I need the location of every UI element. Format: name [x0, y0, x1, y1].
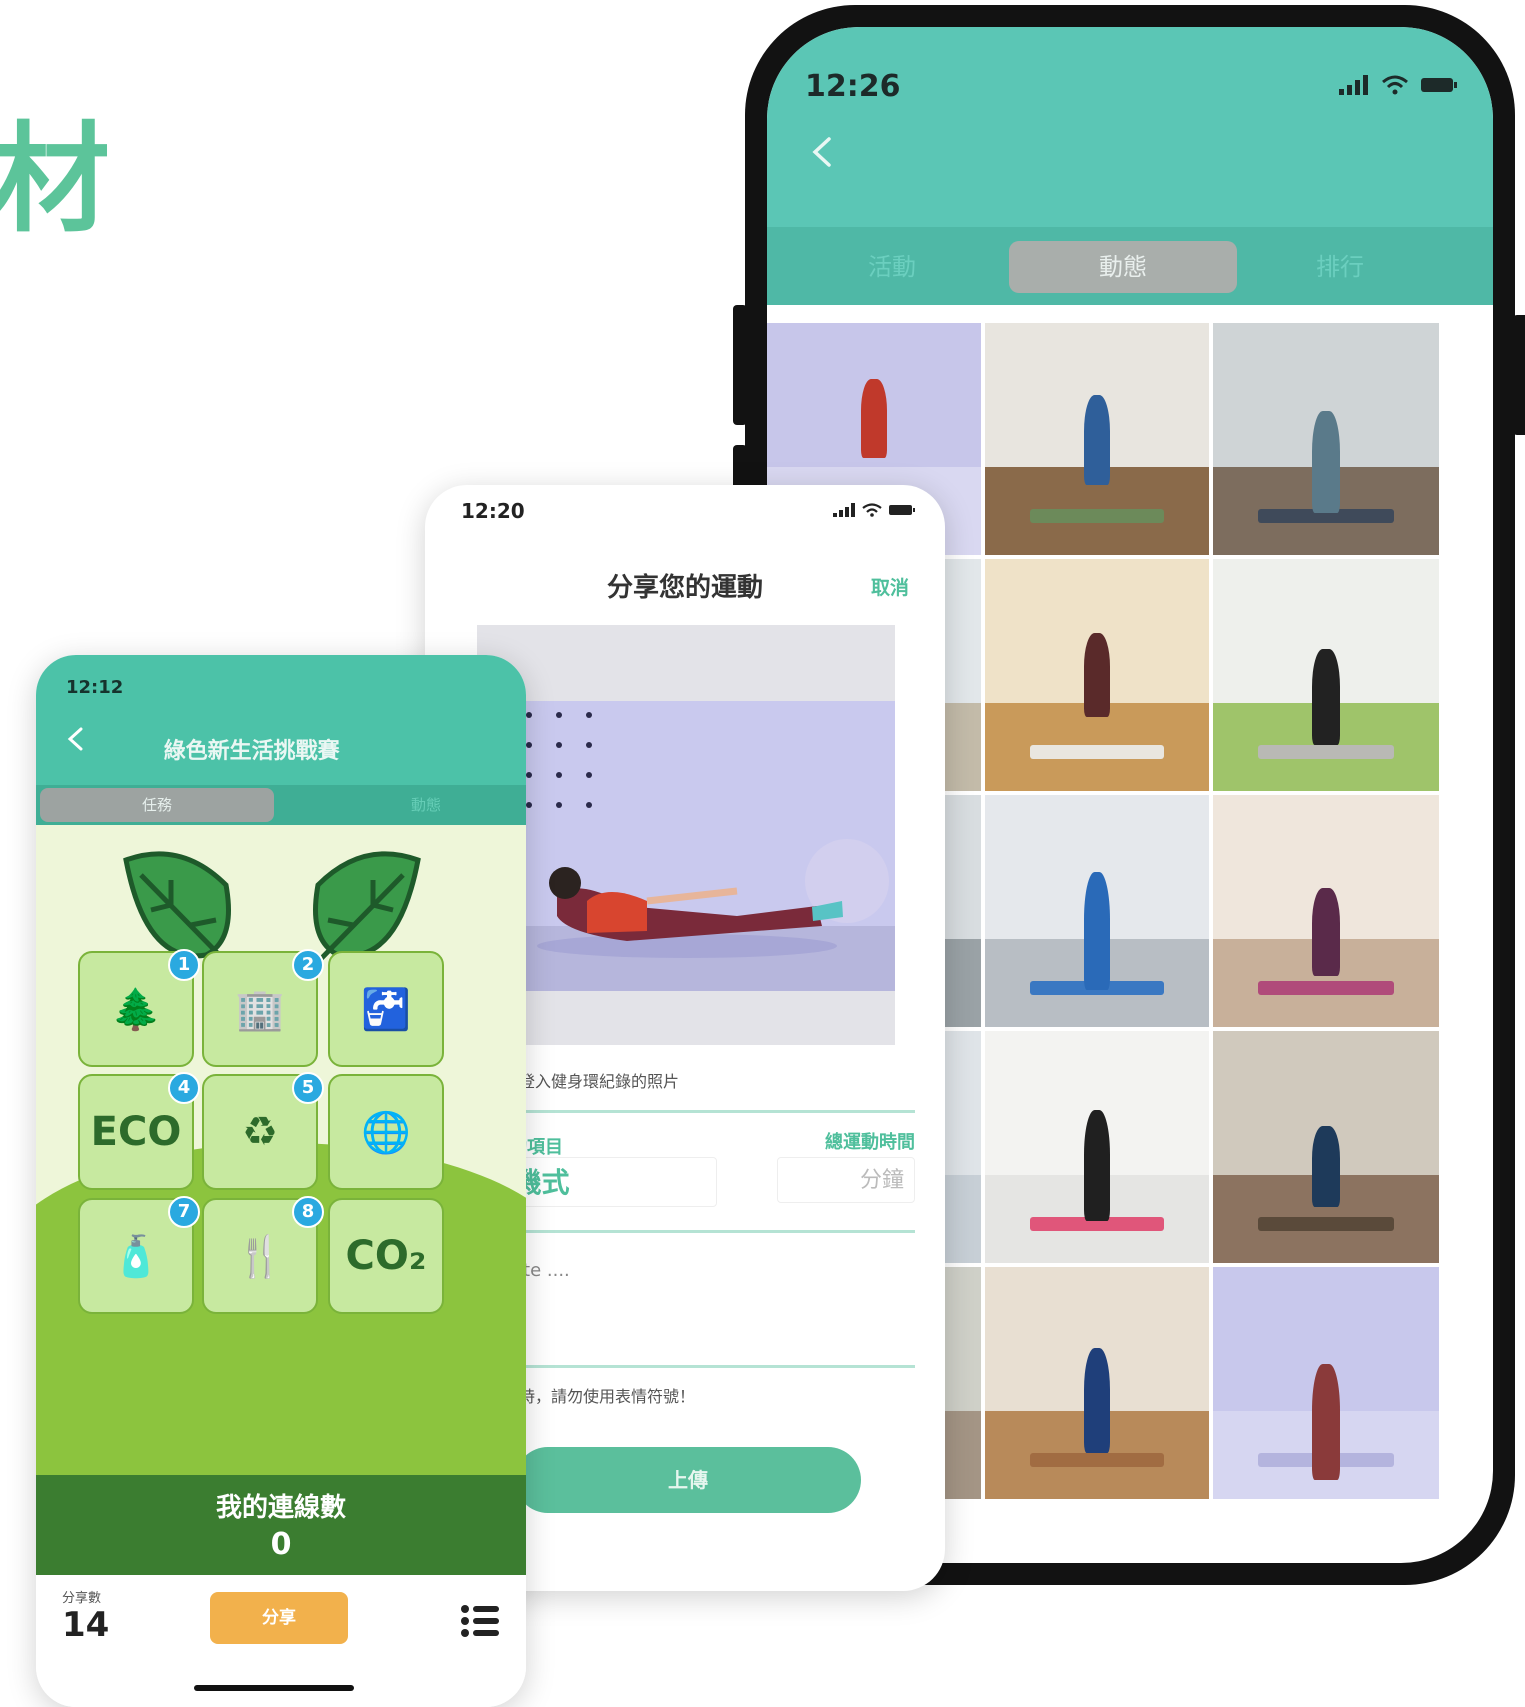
tab-feed[interactable]: 動態 — [1009, 241, 1237, 293]
home-indicator — [194, 1685, 354, 1691]
athlete-figure — [1083, 1348, 1111, 1453]
feed-photo[interactable] — [1213, 1031, 1439, 1263]
cancel-button[interactable]: 取消 — [871, 573, 909, 600]
streak-value: 0 — [270, 1527, 292, 1562]
athlete-figure — [1083, 394, 1111, 486]
feed-tabs: 活動 動態 排行 — [767, 227, 1493, 305]
athlete-figure — [1083, 871, 1111, 990]
challenge-title: 綠色新生活挑戰賽 — [163, 739, 340, 764]
feed-photo[interactable] — [985, 323, 1209, 555]
share-title: 分享您的運動 — [606, 573, 763, 603]
athlete-figure — [1312, 1364, 1340, 1481]
streak-label: 我的連線數 — [215, 1493, 346, 1523]
duration-label: 總運動時間 — [825, 1132, 915, 1153]
tab-activity[interactable]: 活動 — [827, 241, 957, 293]
task-tile[interactable]: 🌐 — [328, 1074, 444, 1190]
co2-icon: CO₂ — [345, 1233, 427, 1279]
phone-side-button — [733, 305, 747, 425]
task-tile[interactable]: CO₂ — [328, 1198, 444, 1314]
task-tile[interactable]: 🚰 — [328, 951, 444, 1067]
status-time: 12:26 — [805, 69, 901, 104]
back-icon[interactable] — [807, 137, 837, 167]
exercise-mat — [1258, 744, 1394, 759]
exercise-mat — [1029, 1452, 1165, 1467]
tab-feed[interactable]: 動態 — [386, 788, 466, 822]
share-button[interactable]: 分享 — [210, 1592, 348, 1644]
battery-icon — [889, 505, 915, 515]
feed-photo[interactable] — [1213, 323, 1439, 555]
selected-photo[interactable] — [477, 625, 895, 1045]
task-tile[interactable]: ♻ 5 — [202, 1072, 324, 1190]
exercise-mat — [1258, 980, 1394, 995]
task-number-badge: 7 — [168, 1196, 200, 1228]
share-count: 14 — [62, 1605, 110, 1645]
task-tile[interactable]: ECO 4 — [78, 1072, 200, 1190]
feed-photo[interactable] — [985, 795, 1209, 1027]
athlete-figure — [861, 378, 887, 458]
task-number-badge: 5 — [292, 1072, 324, 1104]
task-number-badge: 4 — [168, 1072, 200, 1104]
headline-fragment: 材 — [0, 110, 111, 248]
wifi-icon — [862, 503, 882, 517]
photo-room — [477, 701, 895, 991]
feed-photo[interactable] — [1213, 795, 1439, 1027]
feed-photo[interactable] — [985, 1031, 1209, 1263]
challenge-phone-frame: 12:12 綠色新生活挑戰賽 任務 動態 🌲 1 🏢 2 🚰 ECO 4 ♻ 5 🌐 🧴 7 🍴 8 CO₂… — [36, 655, 526, 1707]
task-number-badge: 2 — [292, 949, 324, 981]
photo-scene — [477, 712, 895, 991]
phone-power-button — [1513, 315, 1525, 435]
wifi-icon — [1382, 75, 1408, 95]
signal-icon — [1339, 75, 1368, 95]
hand-globe-icon: 🌐 — [361, 1109, 411, 1156]
battery-icon — [1421, 78, 1457, 92]
athlete-figure — [1083, 633, 1111, 717]
athlete-figure — [1312, 887, 1340, 976]
feed-photo[interactable] — [985, 1267, 1209, 1499]
athlete-figure — [1312, 1126, 1340, 1208]
athlete-figure — [1312, 649, 1340, 745]
challenge-tabs: 任務 動態 — [36, 785, 526, 825]
task-number-badge: 8 — [292, 1196, 324, 1228]
task-tile[interactable]: 🏢 2 — [202, 949, 324, 1067]
task-tile[interactable]: 🌲 1 — [78, 949, 200, 1067]
feed-photo[interactable] — [985, 559, 1209, 791]
tab-tasks[interactable]: 任務 — [40, 788, 274, 822]
list-menu-icon[interactable] — [460, 1601, 500, 1641]
status-icons — [833, 503, 915, 517]
upload-button[interactable]: 上傳 — [515, 1447, 861, 1513]
status-icons — [1339, 75, 1457, 95]
water-tap-icon: 🚰 — [361, 986, 411, 1033]
duration-input[interactable]: 分鐘 — [777, 1157, 915, 1203]
athlete-figure — [1312, 411, 1340, 514]
task-tile[interactable]: 🧴 7 — [78, 1196, 200, 1314]
status-time: 12:12 — [66, 677, 124, 698]
status-time: 12:20 — [461, 499, 525, 523]
feed-photo[interactable] — [1213, 559, 1439, 791]
exercise-mat — [1029, 508, 1165, 523]
athlete-figure — [1083, 1109, 1111, 1222]
exercise-mat — [1029, 744, 1165, 759]
share-count-label: 分享數 — [62, 1591, 102, 1606]
task-number-badge: 1 — [168, 949, 200, 981]
tab-ranking[interactable]: 排行 — [1275, 241, 1405, 293]
feed-photo[interactable] — [1213, 1267, 1439, 1499]
exercise-mat — [1258, 1216, 1394, 1231]
signal-icon — [833, 503, 855, 517]
task-tile[interactable]: 🍴 8 — [202, 1196, 324, 1314]
